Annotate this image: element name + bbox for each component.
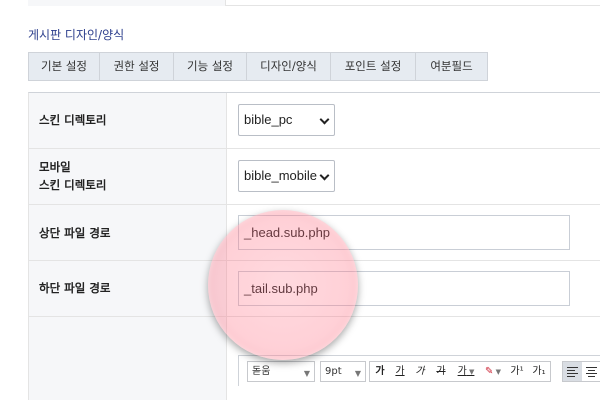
align-left-icon[interactable]	[563, 362, 582, 381]
section-title: 게시판 디자인/양식	[28, 28, 125, 42]
italic-button[interactable]: 가	[410, 362, 430, 381]
font-size-select[interactable]: 9pt ▼	[320, 361, 366, 382]
head-file-path-label: 상단 파일 경로	[39, 226, 111, 240]
tail-file-path-label: 하단 파일 경로	[39, 281, 111, 295]
alignment-group	[562, 361, 600, 382]
skin-directory-selected-value: bible_pc	[244, 112, 293, 127]
chevron-down-icon	[319, 170, 330, 181]
subscript-button[interactable]: 가₁	[528, 362, 550, 381]
previous-row-label-cell	[28, 0, 226, 6]
text-format-group: 가 가 가 가 가 ▼ ✎ ▼ 가¹ 가₁	[369, 361, 551, 382]
skin-directory-label-cell: 스킨 디렉토리	[29, 93, 227, 148]
skin-directory-row: 스킨 디렉토리 bible_pc	[29, 93, 600, 149]
head-file-path-row: 상단 파일 경로 _head.sub.php	[29, 205, 600, 261]
chevron-down-icon	[319, 114, 330, 125]
settings-tabs: 기본 설정 권한 설정 기능 설정 디자인/양식 포인트 설정 여분필드	[28, 52, 488, 81]
editor-toolbar: 돋움 ▼ 9pt ▼ 가 가 가 가 가 ▼ ✎ ▼ 가¹ 가₁	[238, 355, 600, 386]
mobile-skin-label-line1: 모바일	[39, 160, 71, 174]
font-family-select[interactable]: 돋움 ▼	[247, 361, 315, 382]
caret-down-icon: ▼	[466, 368, 475, 376]
superscript-button[interactable]: 가¹	[506, 362, 528, 381]
mobile-skin-directory-row: 모바일 스킨 디렉토리 bible_mobile	[29, 149, 600, 205]
tab-function-settings[interactable]: 기능 설정	[174, 53, 247, 80]
underline-button[interactable]: 가	[390, 362, 410, 381]
text-color-label: 가	[457, 366, 467, 377]
tab-extra-fields[interactable]: 여분필드	[416, 53, 487, 80]
highlight-color-button[interactable]: ✎ ▼	[480, 362, 506, 381]
head-file-path-label-cell: 상단 파일 경로	[29, 205, 227, 260]
tab-basic-settings[interactable]: 기본 설정	[29, 53, 100, 80]
tab-permission-settings[interactable]: 권한 설정	[100, 53, 174, 80]
mobile-skin-directory-select[interactable]: bible_mobile	[238, 160, 335, 192]
skin-directory-label: 스킨 디렉토리	[39, 113, 107, 127]
font-size-value: 9pt	[325, 366, 342, 377]
strikethrough-button[interactable]: 가	[430, 362, 452, 381]
editor-label-cell	[29, 317, 227, 400]
bold-button[interactable]: 가	[370, 362, 390, 381]
mobile-skin-directory-label-cell: 모바일 스킨 디렉토리	[29, 149, 227, 204]
tab-design-form[interactable]: 디자인/양식	[247, 53, 331, 80]
text-color-button[interactable]: 가 ▼	[452, 362, 480, 381]
previous-row-stub	[28, 0, 600, 6]
align-center-icon[interactable]	[582, 362, 600, 381]
tail-file-path-input[interactable]: _tail.sub.php	[238, 271, 570, 306]
caret-down-icon: ▼	[303, 369, 310, 378]
mobile-skin-selected-value: bible_mobile	[244, 168, 317, 183]
skin-directory-select[interactable]: bible_pc	[238, 104, 335, 136]
caret-down-icon: ▼	[493, 368, 501, 376]
tail-file-path-label-cell: 하단 파일 경로	[29, 261, 227, 316]
head-file-path-input[interactable]: _head.sub.php	[238, 215, 570, 250]
caret-down-icon: ▼	[354, 369, 361, 378]
font-family-value: 돋움	[252, 366, 271, 377]
design-settings-form: 스킨 디렉토리 bible_pc 모바일 스킨 디렉토리 bible_mobil…	[28, 92, 600, 400]
mobile-skin-label-line2: 스킨 디렉토리	[39, 178, 107, 192]
tail-file-path-row: 하단 파일 경로 _tail.sub.php	[29, 261, 600, 317]
tab-point-settings[interactable]: 포인트 설정	[331, 53, 416, 80]
